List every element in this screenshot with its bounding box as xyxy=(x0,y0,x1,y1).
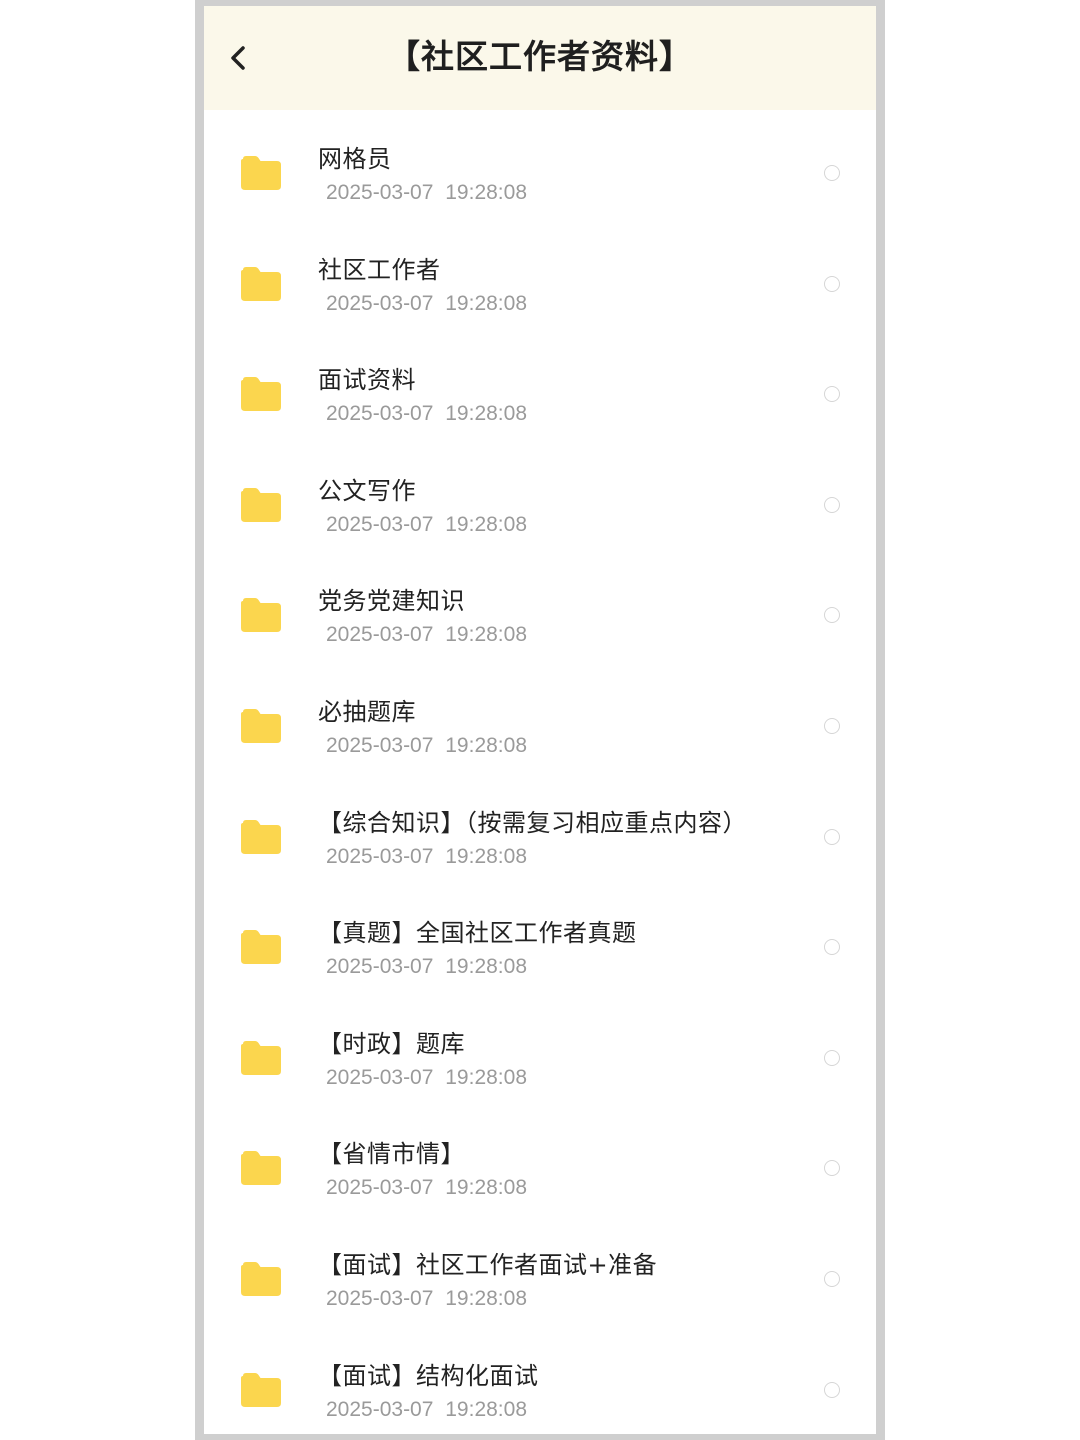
folder-icon xyxy=(240,1372,282,1407)
folder-date: 2025-03-07 19:28:08 xyxy=(326,1065,527,1089)
folder-icon xyxy=(240,819,282,854)
folder-date: 2025-03-07 19:28:08 xyxy=(326,512,527,536)
folder-row[interactable]: 必抽题库 2025-03-07 19:28:08 xyxy=(204,671,876,782)
folder-name: 【省情市情】 xyxy=(318,1140,465,1169)
folder-icon xyxy=(240,598,282,633)
folder-row[interactable]: 【面试】结构化面试 2025-03-07 19:28:08 xyxy=(204,1335,876,1434)
chevron-left-icon xyxy=(231,46,245,70)
folder-icon xyxy=(240,1261,282,1296)
folder-row[interactable]: 【面试】社区工作者面试+准备 2025-03-07 19:28:08 xyxy=(204,1224,876,1335)
folder-name: 面试资料 xyxy=(318,366,416,395)
select-radio[interactable] xyxy=(824,1160,840,1177)
folder-icon xyxy=(240,1040,282,1075)
folder-name: 【真题】全国社区工作者真题 xyxy=(318,919,637,948)
folder-name: 【时政】题库 xyxy=(318,1029,465,1058)
folder-name: 必抽题库 xyxy=(318,697,416,726)
file-browser-screen: 【社区工作者资料】 网格员 2025-03-07 19:28:08 社区工作者 202… xyxy=(204,6,876,1434)
select-radio[interactable] xyxy=(824,386,840,403)
folder-date: 2025-03-07 19:28:08 xyxy=(326,844,527,868)
folder-list: 网格员 2025-03-07 19:28:08 社区工作者 2025-03-07 19… xyxy=(204,118,876,1434)
folder-row[interactable]: 【综合知识】（按需复习相应重点内容） 2025-03-07 19:28:08 xyxy=(204,782,876,893)
select-radio[interactable] xyxy=(824,275,840,292)
header-bar: 【社区工作者资料】 xyxy=(204,6,876,110)
folder-icon xyxy=(240,266,282,301)
folder-row[interactable]: 面试资料 2025-03-07 19:28:08 xyxy=(204,339,876,450)
folder-icon xyxy=(240,930,282,965)
select-radio[interactable] xyxy=(824,165,840,181)
select-radio[interactable] xyxy=(824,828,840,845)
folder-name: 党务党建知识 xyxy=(318,587,465,616)
select-radio[interactable] xyxy=(824,496,840,513)
select-radio[interactable] xyxy=(824,607,840,624)
folder-icon xyxy=(240,1151,282,1186)
folder-name: 【面试】结构化面试 xyxy=(318,1361,539,1390)
back-button[interactable] xyxy=(224,36,254,80)
folder-row[interactable]: 社区工作者 2025-03-07 19:28:08 xyxy=(204,229,876,340)
folder-date: 2025-03-07 19:28:08 xyxy=(326,1397,527,1421)
folder-date: 2025-03-07 19:28:08 xyxy=(326,291,527,315)
folder-date: 2025-03-07 19:28:08 xyxy=(326,955,527,979)
folder-row[interactable]: 【真题】全国社区工作者真题 2025-03-07 19:28:08 xyxy=(204,892,876,1003)
folder-icon xyxy=(240,708,282,743)
folder-name: 【综合知识】（按需复习相应重点内容） xyxy=(318,808,747,837)
folder-icon xyxy=(240,377,282,412)
folder-row[interactable]: 网格员 2025-03-07 19:28:08 xyxy=(204,118,876,229)
folder-name: 【面试】社区工作者面试+准备 xyxy=(318,1250,658,1279)
folder-name: 社区工作者 xyxy=(318,255,441,284)
folder-icon xyxy=(240,487,282,522)
select-radio[interactable] xyxy=(824,1049,840,1066)
select-radio[interactable] xyxy=(824,1381,840,1398)
select-radio[interactable] xyxy=(824,1270,840,1287)
folder-icon xyxy=(240,156,282,190)
folder-row[interactable]: 【省情市情】 2025-03-07 19:28:08 xyxy=(204,1113,876,1224)
folder-row[interactable]: 公文写作 2025-03-07 19:28:08 xyxy=(204,450,876,561)
select-radio[interactable] xyxy=(824,939,840,956)
select-radio[interactable] xyxy=(824,717,840,734)
folder-date: 2025-03-07 19:28:08 xyxy=(326,1286,527,1310)
folder-date: 2025-03-07 19:28:08 xyxy=(326,733,527,757)
folder-name: 网格员 xyxy=(318,145,392,173)
folder-row[interactable]: 【时政】题库 2025-03-07 19:28:08 xyxy=(204,1003,876,1114)
folder-date: 2025-03-07 19:28:08 xyxy=(326,623,527,647)
folder-name: 公文写作 xyxy=(318,476,416,505)
folder-date: 2025-03-07 19:28:08 xyxy=(326,402,527,426)
folder-date: 2025-03-07 19:28:08 xyxy=(326,1176,527,1200)
folder-date: 2025-03-07 19:28:08 xyxy=(326,181,527,204)
page-title: 【社区工作者资料】 xyxy=(387,37,693,76)
folder-row[interactable]: 党务党建知识 2025-03-07 19:28:08 xyxy=(204,560,876,671)
